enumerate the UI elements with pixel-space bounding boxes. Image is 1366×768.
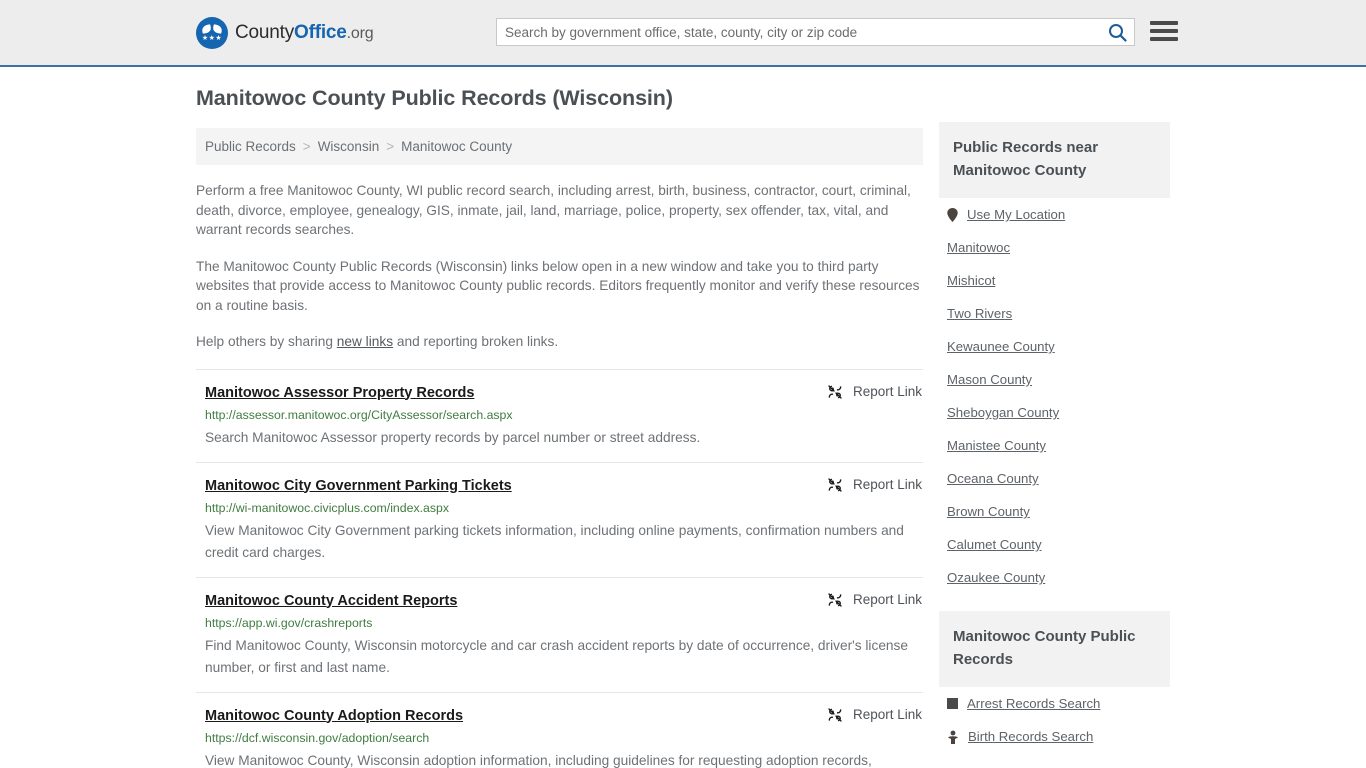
intro-paragraph-1: Perform a free Manitowoc County, WI publ… <box>196 183 911 237</box>
report-link-button[interactable]: Report Link <box>827 707 922 723</box>
sidebar-item-brown-county[interactable]: Brown County <box>939 495 1170 528</box>
result-item: Manitowoc Assessor Property Records http… <box>196 368 923 462</box>
result-title-link[interactable]: Manitowoc City Government Parking Ticket… <box>205 478 512 494</box>
sidebar-item-oceana-county[interactable]: Oceana County <box>939 462 1170 495</box>
result-description: View Manitowoc City Government parking t… <box>205 522 904 560</box>
report-link-label: Report Link <box>852 477 922 492</box>
logo-text-part2: Office <box>294 21 347 43</box>
breadcrumb-item-2: Manitowoc County <box>401 139 513 154</box>
sidebar-item-label[interactable]: Arrest Records Search <box>967 696 1100 711</box>
hamburger-menu-icon[interactable] <box>1150 19 1178 43</box>
result-url: http://assessor.manitowoc.org/CityAssess… <box>205 407 513 422</box>
sidebar-item-ozaukee-county[interactable]: Ozaukee County <box>939 561 1170 594</box>
result-item: Manitowoc County Accident Reports https:… <box>196 576 923 692</box>
broken-link-icon <box>828 477 842 492</box>
new-links-link[interactable]: new links <box>337 334 393 349</box>
search-input[interactable] <box>497 19 1100 45</box>
result-item: Manitowoc City Government Parking Ticket… <box>196 461 923 577</box>
sidebar-item-mishicot[interactable]: Mishicot <box>939 264 1170 297</box>
baby-icon <box>948 730 958 744</box>
result-url: https://app.wi.gov/crashreports <box>205 615 373 630</box>
sidebar-records-list: Arrest Records Search Birth Records Sear… <box>939 687 1170 753</box>
sidebar-nearby-list: Use My Location Manitowoc Mishicot Two R… <box>939 198 1170 594</box>
intro-paragraph-2: The Manitowoc County Public Records (Wis… <box>196 258 920 313</box>
result-title-link[interactable]: Manitowoc County Adoption Records <box>205 708 463 724</box>
page-title: Manitowoc County Public Records (Wiscons… <box>196 86 673 110</box>
search-button[interactable] <box>1100 19 1134 45</box>
sidebar-nearby-heading: Public Records near Manitowoc County <box>939 122 1170 198</box>
result-item: Manitowoc County Adoption Records https:… <box>196 691 923 768</box>
report-link-label: Report Link <box>852 707 922 722</box>
report-link-button[interactable]: Report Link <box>827 384 922 400</box>
result-title-link[interactable]: Manitowoc County Accident Reports <box>205 593 457 609</box>
breadcrumb-item-0[interactable]: Public Records <box>205 139 296 154</box>
breadcrumb-item-1[interactable]: Wisconsin <box>318 139 380 154</box>
sidebar-item-sheboygan-county[interactable]: Sheboygan County <box>939 396 1170 429</box>
sidebar-item-label[interactable]: Manistee County <box>947 438 1046 453</box>
breadcrumb: Public Records > Wisconsin > Manitowoc C… <box>196 128 923 165</box>
result-url: https://dcf.wisconsin.gov/adoption/searc… <box>205 730 430 745</box>
eagle-seal-icon: ★★★ <box>196 16 228 49</box>
broken-link-icon <box>828 384 842 399</box>
report-link-label: Report Link <box>852 384 922 399</box>
sidebar-item-label[interactable]: Manitowoc <box>947 240 1010 255</box>
result-title-link[interactable]: Manitowoc Assessor Property Records <box>205 385 474 401</box>
sidebar-item-label[interactable]: Birth Records Search <box>968 729 1093 744</box>
sidebar-item-manitowoc[interactable]: Manitowoc <box>939 231 1170 264</box>
result-description: Find Manitowoc County, Wisconsin motorcy… <box>205 637 909 675</box>
logo-text-tld: .org <box>346 24 374 42</box>
site-logo[interactable]: ★★★ CountyOffice.org <box>196 16 374 49</box>
report-link-button[interactable]: Report Link <box>827 592 922 608</box>
sidebar-item-label[interactable]: Mason County <box>947 372 1032 387</box>
sidebar-records-heading: Manitowoc County Public Records <box>939 611 1170 687</box>
search-bar <box>496 18 1135 46</box>
search-icon <box>1108 23 1127 42</box>
sidebar-item-label[interactable]: Brown County <box>947 504 1030 519</box>
sidebar-item-use-my-location[interactable]: Use My Location <box>939 198 1170 231</box>
sidebar-item-label[interactable]: Calumet County <box>947 537 1042 552</box>
sidebar-item-birth-records-search[interactable]: Birth Records Search <box>939 720 1170 753</box>
help-line-before: Help others by sharing <box>196 334 337 349</box>
logo-text-part1: County <box>235 21 295 43</box>
result-description: Search Manitowoc Assessor property recor… <box>205 429 701 445</box>
sidebar-item-label[interactable]: Kewaunee County <box>947 339 1055 354</box>
logo-text: CountyOffice.org <box>235 21 374 44</box>
sidebar-item-label[interactable]: Two Rivers <box>947 306 1012 321</box>
sidebar-item-kewaunee-county[interactable]: Kewaunee County <box>939 330 1170 363</box>
help-line-after: and reporting broken links. <box>393 334 559 349</box>
sidebar-item-calumet-county[interactable]: Calumet County <box>939 528 1170 561</box>
result-description: View Manitowoc County, Wisconsin adoptio… <box>205 752 872 768</box>
report-link-button[interactable]: Report Link <box>827 477 922 493</box>
sidebar-item-label[interactable]: Sheboygan County <box>947 405 1059 420</box>
site-header: ★★★ CountyOffice.org <box>0 0 1366 67</box>
logo-stars: ★★★ <box>201 34 223 42</box>
breadcrumb-separator: > <box>302 139 311 154</box>
broken-link-icon <box>828 707 842 722</box>
sidebar-item-label[interactable]: Ozaukee County <box>947 570 1045 585</box>
main-content: Manitowoc County Public Records (Wiscons… <box>196 86 923 768</box>
sidebar-item-two-rivers[interactable]: Two Rivers <box>939 297 1170 330</box>
report-link-label: Report Link <box>852 592 922 607</box>
result-url: http://wi-manitowoc.civicplus.com/index.… <box>205 500 449 515</box>
sidebar-item-arrest-records-search[interactable]: Arrest Records Search <box>939 687 1170 720</box>
sidebar-item-label[interactable]: Oceana County <box>947 471 1039 486</box>
sidebar: Public Records near Manitowoc County Use… <box>939 122 1170 753</box>
sidebar-item-label[interactable]: Mishicot <box>947 273 995 288</box>
sidebar-item-manistee-county[interactable]: Manistee County <box>939 429 1170 462</box>
location-pin-icon <box>947 207 958 222</box>
sidebar-item-mason-county[interactable]: Mason County <box>939 363 1170 396</box>
breadcrumb-separator: > <box>386 139 395 154</box>
square-icon <box>947 698 958 709</box>
broken-link-icon <box>828 592 842 607</box>
help-line: Help others by sharing new links and rep… <box>196 332 923 352</box>
sidebar-item-label[interactable]: Use My Location <box>967 207 1065 222</box>
